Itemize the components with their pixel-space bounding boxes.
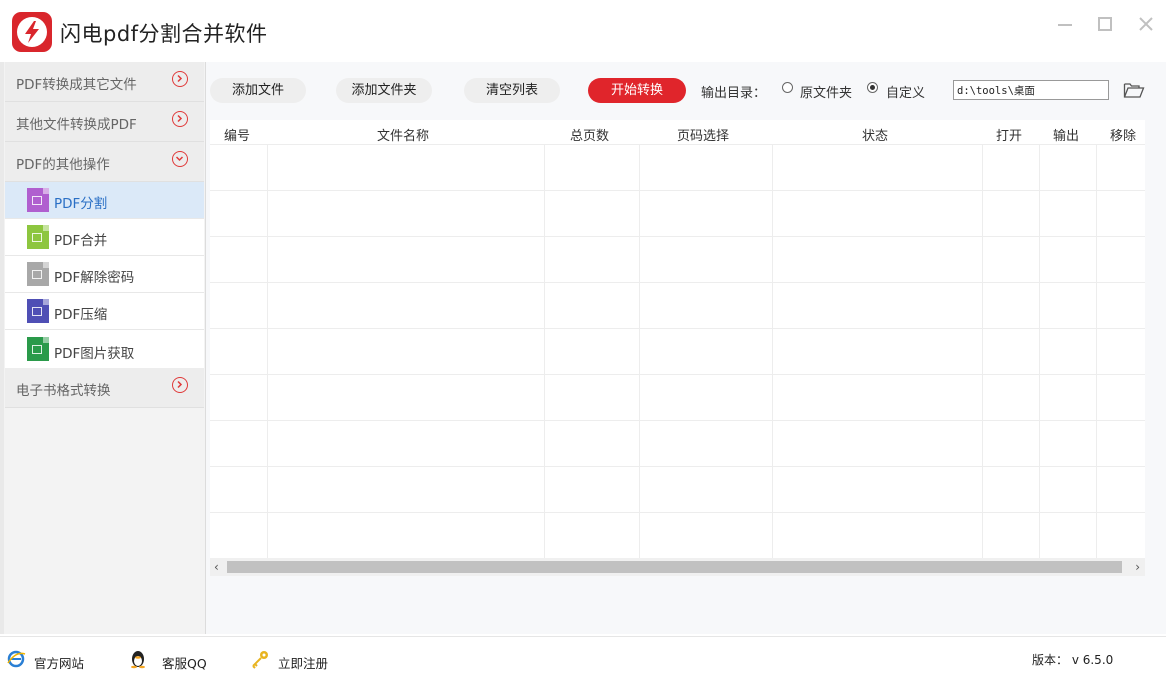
merge-file-icon	[27, 225, 49, 249]
app-logo-icon	[12, 12, 52, 52]
register-link[interactable]: 立即注册	[278, 653, 328, 672]
chevron-right-icon[interactable]	[172, 111, 188, 127]
key-icon[interactable]	[250, 649, 270, 669]
sidebar-item-label: PDF解除密码	[54, 270, 135, 286]
sidebar-section-pdf-other-ops[interactable]: PDF的其他操作	[5, 142, 204, 182]
unlock-file-icon	[27, 262, 49, 286]
split-file-icon	[27, 188, 49, 212]
column-divider	[772, 144, 773, 560]
footer: 官方网站 客服QQ 立即注册 版本： v 6.5.0	[0, 636, 1166, 680]
table-row	[210, 328, 1145, 374]
maximize-icon[interactable]	[1095, 16, 1115, 36]
app-title: 闪电pdf分割合并软件	[60, 22, 268, 46]
table-body	[210, 144, 1145, 560]
column-header: 页码选择	[677, 129, 730, 144]
table-row	[210, 144, 1145, 190]
minimize-icon[interactable]	[1055, 16, 1075, 36]
official-website-link[interactable]: 官方网站	[34, 653, 84, 672]
sidebar-section-label: 其他文件转换成PDF	[16, 117, 137, 133]
sidebar-item-pdf-merge[interactable]: PDF合并	[5, 219, 204, 256]
radio-custom-label[interactable]: 自定义	[886, 82, 925, 101]
compress-file-icon	[27, 299, 49, 323]
chevron-down-icon[interactable]	[172, 151, 188, 167]
file-table: 编号 文件名称 总页数 页码选择 状态 打开 输出 移除	[210, 120, 1145, 560]
table-header: 编号 文件名称 总页数 页码选择 状态 打开 输出 移除	[210, 120, 1145, 144]
sidebar-item-pdf-split[interactable]: PDF分割	[5, 182, 204, 219]
scroll-left-icon[interactable]: ‹	[214, 560, 219, 574]
sidebar-section-label: 电子书格式转换	[16, 383, 111, 399]
sidebar: PDF转换成其它文件 其他文件转换成PDF PDF的其他操作 PDF分割 PDF…	[0, 62, 206, 634]
sidebar-item-label: PDF合并	[54, 233, 108, 249]
chevron-right-icon[interactable]	[172, 71, 188, 87]
sidebar-section-ebook-convert[interactable]: 电子书格式转换	[5, 368, 204, 408]
sidebar-section-label: PDF转换成其它文件	[16, 77, 137, 93]
support-qq-link[interactable]: 客服QQ	[162, 653, 207, 672]
table-row	[210, 190, 1145, 236]
version-label: 版本： v 6.5.0	[1032, 653, 1114, 667]
table-row	[210, 466, 1145, 512]
table-row	[210, 512, 1145, 558]
sidebar-item-label: PDF图片获取	[54, 346, 135, 362]
table-row	[210, 282, 1145, 328]
column-header: 输出	[1053, 129, 1080, 144]
table-row	[210, 420, 1145, 466]
sidebar-item-label: PDF压缩	[54, 307, 108, 323]
add-file-button[interactable]: 添加文件	[210, 78, 306, 103]
column-header: 打开	[996, 129, 1023, 144]
table-row	[210, 236, 1145, 282]
radio-original-folder-label[interactable]: 原文件夹	[800, 82, 852, 101]
title-bar: 闪电pdf分割合并软件	[0, 0, 1166, 62]
sidebar-section-other-to-pdf[interactable]: 其他文件转换成PDF	[5, 102, 204, 142]
column-header: 总页数	[570, 129, 610, 144]
column-divider	[982, 144, 983, 560]
output-dir-label: 输出目录：	[701, 86, 767, 101]
browser-icon[interactable]	[6, 649, 26, 669]
sidebar-section-pdf-to-other[interactable]: PDF转换成其它文件	[5, 62, 204, 102]
sidebar-item-pdf-unlock[interactable]: PDF解除密码	[5, 256, 204, 293]
radio-original-folder[interactable]	[782, 82, 793, 93]
add-folder-button[interactable]: 添加文件夹	[336, 78, 432, 103]
open-folder-icon[interactable]	[1123, 80, 1145, 100]
column-header: 文件名称	[377, 129, 430, 144]
start-convert-button[interactable]: 开始转换	[588, 78, 686, 103]
image-file-icon	[27, 337, 49, 361]
column-divider	[267, 144, 268, 560]
column-header: 移除	[1110, 129, 1137, 144]
close-icon[interactable]	[1136, 16, 1156, 36]
main-panel: 添加文件 添加文件夹 清空列表 开始转换 输出目录： 原文件夹 自定义 编号 文…	[206, 62, 1166, 634]
sidebar-section-label: PDF的其他操作	[16, 157, 110, 173]
column-divider	[544, 144, 545, 560]
column-divider	[639, 144, 640, 560]
radio-custom[interactable]	[867, 82, 878, 93]
column-divider	[1039, 144, 1040, 560]
column-divider	[1096, 144, 1097, 560]
sidebar-item-pdf-image-extract[interactable]: PDF图片获取	[5, 330, 204, 369]
chevron-right-icon[interactable]	[172, 377, 188, 393]
table-row	[210, 374, 1145, 420]
sidebar-item-pdf-compress[interactable]: PDF压缩	[5, 293, 204, 330]
output-path-input[interactable]	[953, 80, 1109, 100]
clear-list-button[interactable]: 清空列表	[464, 78, 560, 103]
scroll-right-icon[interactable]: ›	[1135, 560, 1140, 574]
horizontal-scrollbar[interactable]: ‹ ›	[210, 558, 1145, 576]
column-header: 编号	[224, 129, 251, 144]
column-header: 状态	[862, 129, 889, 144]
qq-penguin-icon[interactable]	[128, 649, 148, 669]
sidebar-item-label: PDF分割	[54, 196, 108, 212]
scrollbar-thumb[interactable]	[227, 561, 1122, 573]
